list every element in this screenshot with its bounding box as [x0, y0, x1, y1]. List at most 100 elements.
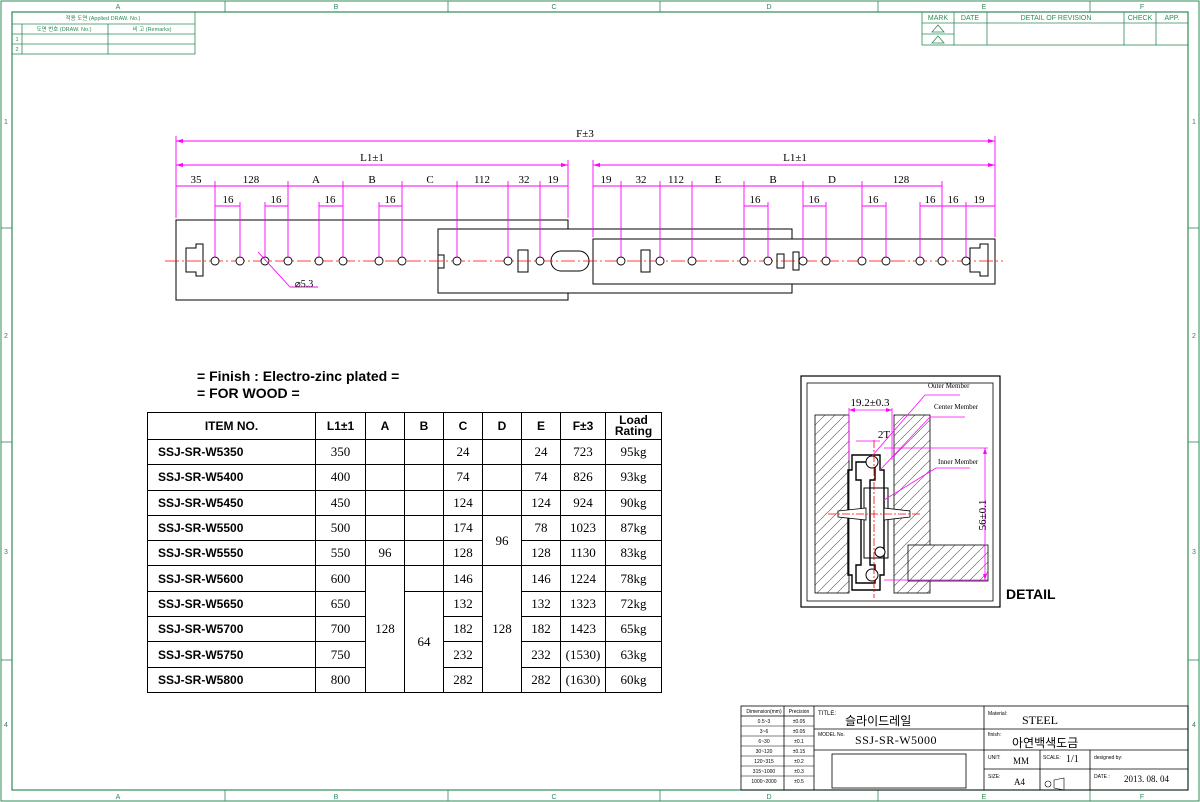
- unit-value: MM: [1013, 756, 1030, 766]
- tol-range: 120~315: [754, 759, 774, 765]
- cell-c: 132: [443, 590, 483, 618]
- cell-c: 128: [443, 540, 483, 567]
- cell-e: 232: [521, 641, 561, 668]
- date-label: DATE :: [1094, 774, 1110, 780]
- tol-header-precision: Precision: [788, 709, 810, 715]
- dim-seg: B: [769, 174, 776, 186]
- cell-b: [404, 565, 444, 592]
- dimension-arrows: [176, 139, 995, 167]
- dim-seg: 112: [668, 174, 684, 186]
- tol-range: 6~30: [758, 739, 770, 745]
- cell-item: SSJ-SR-W5350: [147, 438, 316, 466]
- cell-f: 1423: [560, 616, 606, 643]
- cell-f: (1630): [560, 666, 606, 693]
- date-value: 2013. 08. 04: [1124, 774, 1169, 784]
- table-row: SSJ-SR-W5550 550 96 128 128 1130 83kg: [147, 540, 662, 567]
- cell-a: [365, 514, 405, 542]
- applied-col2: 비 고 (Remarks): [133, 25, 172, 33]
- cell-f: 1323: [560, 590, 606, 618]
- cell-l1: 400: [315, 464, 366, 491]
- cell-e: 128: [521, 540, 561, 567]
- cell-f: 1224: [560, 565, 606, 592]
- cell-load: 78kg: [605, 565, 662, 592]
- detail-center-member: Center Member: [934, 403, 979, 411]
- rev-header-app: APP.: [1164, 15, 1179, 22]
- applied-title: 적용 도면 (Applied DRAW. No.): [66, 14, 141, 22]
- cell-item: SSJ-SR-W5700: [147, 616, 316, 643]
- cell-load: 60kg: [605, 666, 662, 693]
- dim-sixteen: 16: [750, 194, 762, 206]
- cell-e: 182: [521, 616, 561, 643]
- projection-symbol-icon: [1044, 777, 1065, 791]
- detail-width: 19.2±0.3: [850, 397, 890, 409]
- size-value: A4: [1014, 777, 1025, 787]
- scale-label: SCALE:: [1043, 755, 1061, 761]
- row-label: 2: [4, 333, 8, 340]
- applied-drawing-table: 적용 도면 (Applied DRAW. No.) 도면 번호 (DRAW. N…: [11, 11, 196, 55]
- unit-label: UNIT:: [988, 755, 1001, 761]
- header-load-rating: Load Rating: [605, 412, 662, 440]
- cell-d-merged: 96: [482, 514, 522, 567]
- dim-sixteen: 16: [868, 194, 880, 206]
- cell-c: 124: [443, 489, 483, 516]
- cell-a: [365, 438, 405, 466]
- cell-c: 74: [443, 464, 483, 491]
- spec-table: ITEM NO. L1±1 A B C D E F±3 Load Rating …: [147, 412, 662, 693]
- table-row: SSJ-SR-W5400 400 74 74 826 93kg: [147, 464, 662, 491]
- rev-header-mark: MARK: [928, 15, 949, 22]
- cell-a: [365, 464, 405, 491]
- row-label: 1: [4, 119, 8, 126]
- col-label: D: [766, 4, 771, 11]
- cell-f: 1023: [560, 514, 606, 542]
- cell-load: 90kg: [605, 489, 662, 516]
- scale-value: 1/1: [1066, 754, 1079, 765]
- dim-seg: D: [828, 174, 836, 186]
- cell-item: SSJ-SR-W5650: [147, 590, 316, 618]
- designed-label: designed by:: [1094, 755, 1123, 761]
- cell-item: SSJ-SR-W5600: [147, 565, 316, 592]
- dim-seg: 19: [601, 174, 613, 186]
- dim-seg: 128: [893, 174, 910, 186]
- cell-load: 83kg: [605, 540, 662, 567]
- cell-e: 78: [521, 514, 561, 542]
- cell-item: SSJ-SR-W5550: [147, 540, 316, 567]
- col-label: C: [551, 4, 556, 11]
- cell-c: 182: [443, 616, 483, 643]
- cell-load: 65kg: [605, 616, 662, 643]
- col-label: F: [1140, 794, 1144, 801]
- dim-sixteen: 16: [809, 194, 821, 206]
- dim-seg: E: [715, 174, 722, 186]
- dim-left-length: L1±1: [360, 152, 384, 164]
- cell-f: 1130: [560, 540, 606, 567]
- header-b: B: [404, 412, 444, 440]
- cell-e: 146: [521, 565, 561, 592]
- tol-range: 3~6: [759, 729, 769, 735]
- col-label: B: [334, 4, 339, 11]
- dim-seg: C: [426, 174, 433, 186]
- cell-item: SSJ-SR-W5500: [147, 514, 316, 542]
- dim-hole-diameter: ⌀5.3: [295, 279, 314, 290]
- tol-value: ±0.3: [794, 769, 804, 775]
- cell-c: 282: [443, 666, 483, 693]
- tol-header-dim: Dimension(mm): [746, 709, 782, 715]
- cell-c: 232: [443, 641, 483, 668]
- detail-thickness: 2T: [878, 429, 891, 441]
- cell-c: 146: [443, 565, 483, 592]
- model-label: MODEL No.: [818, 732, 845, 738]
- cell-l1: 500: [315, 514, 366, 542]
- header-c: C: [443, 412, 483, 440]
- title-value: 슬라이드레일: [845, 714, 912, 728]
- tol-value: ±0.05: [792, 729, 806, 735]
- detail-label: DETAIL: [1006, 586, 1056, 602]
- detail-inner-member: Inner Member: [938, 458, 979, 466]
- cell-l1: 700: [315, 616, 366, 643]
- table-row: SSJ-SR-W5600 600 128 146 128 146 1224 78…: [147, 565, 662, 693]
- applied-row: 1: [15, 37, 18, 43]
- cell-f: (1530): [560, 641, 606, 668]
- cell-l1: 350: [315, 438, 366, 466]
- material-label: Material:: [988, 711, 1008, 717]
- cell-e: 74: [521, 464, 561, 491]
- table-row: SSJ-SR-W5350 350 24 24 723 95kg: [147, 438, 662, 466]
- size-label: SIZE:: [988, 774, 1001, 780]
- cell-item: SSJ-SR-W5450: [147, 489, 316, 516]
